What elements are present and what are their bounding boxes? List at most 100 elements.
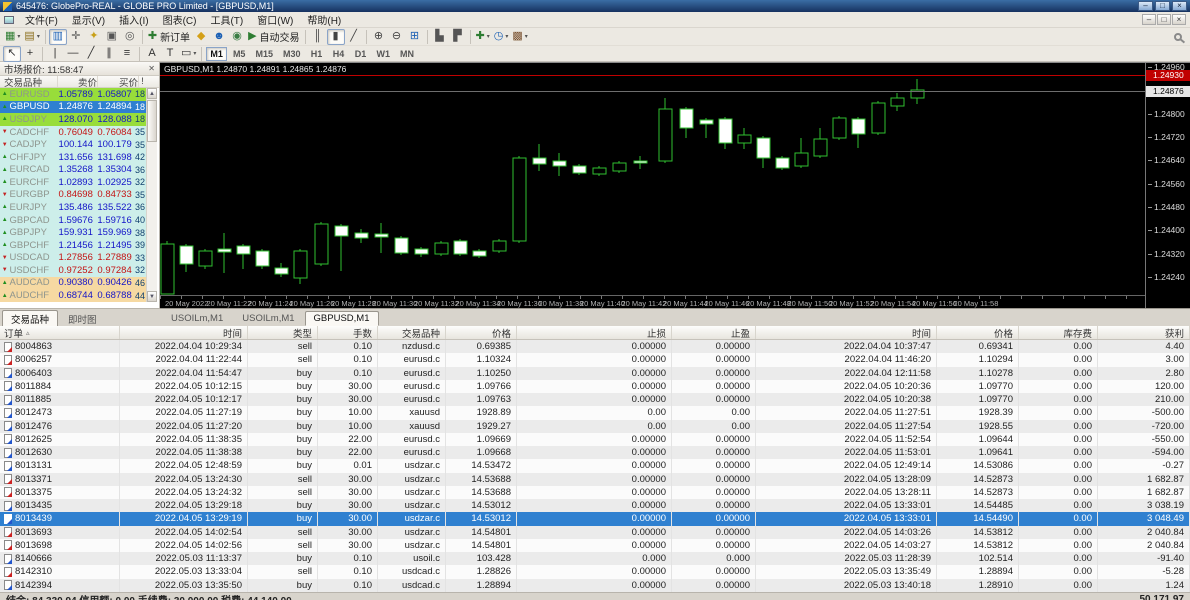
crosshair-button[interactable]: + [21,46,39,62]
chart-tab-0[interactable]: USOILm,M1 [162,311,232,326]
vertical-line-button[interactable]: | [46,46,64,62]
scroll-down-icon[interactable]: ▼ [147,291,157,302]
maximize-button[interactable]: □ [1155,1,1170,11]
timeframe-m1[interactable]: M1 [206,47,227,61]
table-row[interactable]: 80133752022.04.05 13:24:32sell30.00usdza… [0,486,1190,499]
market-watch-row[interactable]: ▲AUDCHF0.687440.6878844 [0,289,146,302]
orders-column-5[interactable]: 价格 [446,326,517,339]
close-icon[interactable]: ✕ [148,64,155,73]
search-icon[interactable] [1174,33,1182,41]
new-order-button[interactable]: ✚新订单 [146,29,192,45]
market-watch-row[interactable]: ▲USDJPY128.070128.08818 [0,113,146,126]
timeframe-m15[interactable]: M15 [251,47,277,61]
orders-column-6[interactable]: 止损 [517,326,672,339]
menu-item-4[interactable]: 工具(T) [203,11,250,28]
chart-tab-1[interactable]: USOILm,M1 [233,311,303,326]
new-chart-button[interactable]: ▦▾ [3,29,22,45]
line-chart-button[interactable]: ╱ [345,29,363,45]
bar-chart-button[interactable]: ║ [309,29,327,45]
templates-button[interactable]: ▩▾ [510,29,529,45]
fibonacci-button[interactable]: ≡ [118,46,136,62]
candlestick-chart-button[interactable]: ▮ [327,29,345,45]
market-watch-button[interactable]: ▥ [49,29,67,45]
market-watch-row[interactable]: ▼EURGBP0.846980.8473335 [0,189,146,202]
terminal-button[interactable]: ▣ [103,29,121,45]
strategy-tester-button[interactable]: ◎ [121,29,139,45]
timeframe-mn[interactable]: MN [396,47,418,61]
chart-panel[interactable]: GBPUSD,M1 1.24870 1.24891 1.24865 1.2487… [160,62,1190,308]
market-watch-row[interactable]: ▲EURUSD1.057891.0580718 [0,88,146,101]
table-row[interactable]: 80126252022.04.05 11:38:35buy22.00eurusd… [0,433,1190,446]
text-button[interactable]: A [143,46,161,62]
timeframe-h4[interactable]: H4 [328,47,348,61]
market-watch-scrollbar[interactable]: ▲ ▼ [146,88,157,302]
table-row[interactable]: 81423102022.05.03 13:33:04sell0.10usdcad… [0,565,1190,578]
indicators-button[interactable]: ✚▾ [474,29,492,45]
market-watch-row[interactable]: ▲AUDCAD0.903800.9042646 [0,277,146,290]
zoom-in-button[interactable]: ⊕ [370,29,388,45]
table-row[interactable]: 80064032022.04.04 11:54:47buy0.10eurusd.… [0,367,1190,380]
menu-item-5[interactable]: 窗口(W) [250,11,300,28]
table-row[interactable]: 80133712022.04.05 13:24:30sell30.00usdza… [0,473,1190,486]
column-spread[interactable]: ! [139,76,146,87]
table-row[interactable]: 80134352022.04.05 13:29:18buy30.00usdzar… [0,499,1190,512]
table-row[interactable]: 80136982022.04.05 14:02:56sell30.00usdza… [0,539,1190,552]
market-watch-row[interactable]: ▼CADJPY100.144100.17935 [0,138,146,151]
menu-item-0[interactable]: 文件(F) [18,11,65,28]
market-watch-row[interactable]: ▲CHFJPY131.656131.69842 [0,151,146,164]
text-label-button[interactable]: T [161,46,179,62]
market-watch-row[interactable]: ▲GBPCAD1.596761.5971640 [0,214,146,227]
column-ask[interactable]: 买价 [98,76,139,87]
table-row[interactable]: 80118852022.04.05 10:12:17buy30.00eurusd… [0,393,1190,406]
table-row[interactable]: 80062572022.04.04 11:22:44sell0.10eurusd… [0,353,1190,366]
data-window-button[interactable]: ✛ [67,29,85,45]
column-symbol[interactable]: 交易品种 [0,76,58,87]
market-watch-row[interactable]: ▲EURJPY135.486135.52236 [0,201,146,214]
chart-system-icon[interactable] [4,16,14,24]
orders-column-2[interactable]: 类型 [248,326,318,339]
table-row[interactable]: 81423942022.05.03 13:35:50buy0.10usdcad.… [0,579,1190,592]
scrollbar-thumb[interactable] [147,100,157,142]
timeframe-h1[interactable]: H1 [306,47,326,61]
time-axis[interactable]: 20 May 202220 May 11:2220 May 11:2420 Ma… [160,295,1145,308]
trendline-button[interactable]: ╱ [82,46,100,62]
market-watch-row[interactable]: ▲GBPCHF1.214561.2149539 [0,239,146,252]
table-row[interactable]: 80131312022.04.05 12:48:59buy0.01usdzar.… [0,459,1190,472]
orders-column-0[interactable]: 订单▵ [0,326,120,339]
market-watch-row[interactable]: ▲EURCAD1.352681.3530436 [0,163,146,176]
column-bid[interactable]: 卖价 [58,76,98,87]
orders-column-4[interactable]: 交易品种 [378,326,446,339]
table-row[interactable]: 80126302022.04.05 11:38:38buy22.00eurusd… [0,446,1190,459]
mdi-minimize-button[interactable]: – [1142,14,1156,25]
chart-tab-2[interactable]: GBPUSD,M1 [305,311,379,326]
table-row[interactable]: 81406662022.05.03 11:13:37buy0.10usoil.c… [0,552,1190,565]
orders-column-10[interactable]: 库存费 [1019,326,1098,339]
profiles-button[interactable]: ▤▾ [22,29,41,45]
table-row[interactable]: 80048632022.04.04 10:29:34sell0.10nzdusd… [0,340,1190,353]
timeframe-m30[interactable]: M30 [279,47,305,61]
equidistant-channel-button[interactable]: ∥ [100,46,118,62]
market-watch-row[interactable]: ▼USDCHF0.972520.9728432 [0,264,146,277]
table-row[interactable]: 80134392022.04.05 13:29:19buy30.00usdzar… [0,512,1190,525]
scroll-up-icon[interactable]: ▲ [147,88,157,99]
orders-column-1[interactable]: 时间 [120,326,248,339]
community-button[interactable]: ◉ [228,29,246,45]
orders-column-8[interactable]: 时间 [756,326,937,339]
menu-item-1[interactable]: 显示(V) [65,11,112,28]
metaeditor-button[interactable]: ◆ [192,29,210,45]
menu-item-2[interactable]: 插入(I) [112,11,155,28]
table-row[interactable]: 80136932022.04.05 14:02:54sell30.00usdza… [0,526,1190,539]
table-row[interactable]: 80124762022.04.05 11:27:20buy10.00xauusd… [0,420,1190,433]
timeframe-d1[interactable]: D1 [350,47,370,61]
autotrading-button[interactable]: ▶自动交易 [246,29,301,45]
close-button[interactable]: × [1172,1,1187,11]
market-watch-row[interactable]: ▼USDCAD1.278561.2788933 [0,252,146,265]
mdi-restore-button[interactable]: □ [1157,14,1171,25]
market-watch-row[interactable]: ▲EURCHF1.028931.0292532 [0,176,146,189]
periods-button[interactable]: ◷▾ [492,29,511,45]
price-scale[interactable]: 1.24930 1.24876 1.249601.248801.248001.2… [1145,63,1190,308]
table-row[interactable]: 80118842022.04.05 10:12:15buy30.00eurusd… [0,380,1190,393]
orders-column-3[interactable]: 手数 [318,326,378,339]
market-watch-row[interactable]: ▲GBPUSD1.248761.2489418 [0,101,146,114]
tile-windows-button[interactable]: ⊞ [406,29,424,45]
